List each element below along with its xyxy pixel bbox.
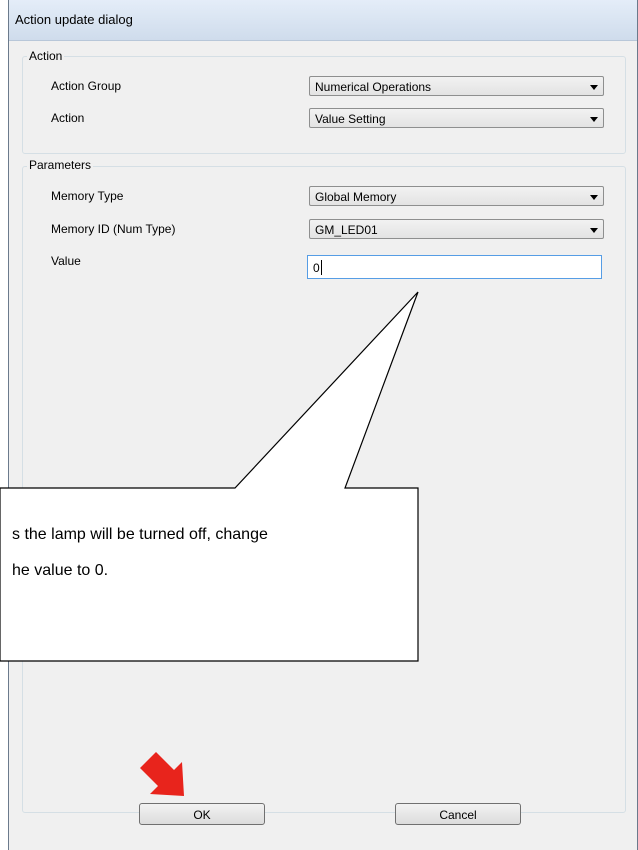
callout-text-line-1: s the lamp will be turned off, change: [12, 526, 268, 543]
callout-shape: [0, 291, 419, 662]
red-arrow-icon: [140, 752, 184, 796]
callout-text-line-2: he value to 0.: [12, 562, 109, 579]
callout-bubble: [0, 291, 419, 662]
